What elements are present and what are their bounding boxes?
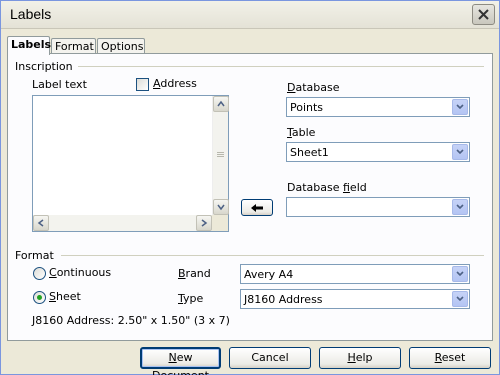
continuous-radio-label: Continuous: [49, 266, 112, 279]
brand-dropdown-button[interactable]: [452, 266, 468, 282]
insert-arrow-icon: [251, 203, 263, 212]
scroll-left-button[interactable]: [33, 215, 49, 231]
format-group-title: Format: [15, 249, 54, 262]
dropdown-arrow-icon: [456, 104, 464, 110]
type-value: J8160 Address: [244, 293, 323, 306]
address-checkbox[interactable]: [136, 78, 149, 91]
table-select[interactable]: Sheet1: [286, 142, 470, 162]
format-separator: [61, 255, 484, 256]
database-select[interactable]: Points: [286, 97, 470, 117]
cancel-button[interactable]: Cancel: [229, 347, 311, 369]
tab-options[interactable]: Options: [97, 38, 145, 54]
close-icon: [478, 9, 489, 20]
inscription-group-title: Inscription: [15, 60, 73, 73]
sheet-radio[interactable]: [33, 291, 46, 304]
database-dropdown-button[interactable]: [452, 99, 468, 115]
new-document-button[interactable]: New Document: [140, 347, 221, 375]
inscription-separator: [78, 66, 484, 67]
labels-panel: Inscription Label text Address Database …: [7, 53, 493, 341]
close-button[interactable]: [472, 4, 495, 25]
horizontal-scrollbar[interactable]: [33, 215, 212, 231]
label-text-area[interactable]: [32, 95, 229, 232]
address-checkbox-label: Address: [153, 77, 197, 90]
dropdown-arrow-icon: [456, 149, 464, 155]
window-title: Labels: [10, 6, 52, 22]
labels-dialog: Labels Labels Format Options Inscription…: [0, 0, 500, 375]
brand-select[interactable]: Avery A4: [240, 264, 470, 284]
scroll-left-icon: [37, 219, 44, 227]
tab-labels[interactable]: Labels: [7, 36, 51, 55]
tab-format[interactable]: Format: [51, 38, 96, 54]
dropdown-arrow-icon: [456, 271, 464, 277]
database-value: Points: [290, 101, 324, 114]
dropdown-arrow-icon: [456, 204, 464, 210]
database-field-label: Database field: [287, 181, 367, 194]
scroll-up-icon: [217, 100, 225, 107]
scroll-down-button[interactable]: [213, 199, 229, 215]
scroll-right-button[interactable]: [196, 215, 212, 231]
sheet-radio-label: Sheet: [49, 290, 81, 303]
title-bar[interactable]: Labels: [1, 1, 499, 29]
scrollbar-corner: [212, 215, 228, 231]
scroll-grip: [217, 154, 224, 155]
help-button[interactable]: Help: [319, 347, 401, 369]
scroll-up-button[interactable]: [213, 96, 229, 112]
label-text-label: Label text: [32, 78, 87, 91]
continuous-radio[interactable]: [33, 267, 46, 280]
scroll-grip: [217, 156, 224, 157]
brand-label: Brand: [178, 267, 211, 280]
type-select[interactable]: J8160 Address: [240, 289, 470, 309]
dropdown-arrow-icon: [456, 296, 464, 302]
insert-field-button[interactable]: [241, 199, 273, 216]
scroll-right-icon: [201, 219, 208, 227]
label-format-info: J8160 Address: 2.50" x 1.50" (3 x 7): [32, 314, 230, 327]
radio-selected-dot: [37, 295, 42, 300]
table-dropdown-button[interactable]: [452, 144, 468, 160]
type-label: Type: [178, 292, 204, 305]
table-label: Table: [287, 126, 316, 139]
database-field-select[interactable]: [286, 197, 470, 217]
scroll-grip: [217, 152, 224, 153]
table-value: Sheet1: [290, 146, 329, 159]
scroll-down-icon: [217, 204, 225, 211]
vertical-scrollbar[interactable]: [212, 96, 229, 215]
database-label: Database: [287, 81, 340, 94]
database-field-dropdown-button[interactable]: [452, 199, 468, 215]
brand-value: Avery A4: [244, 268, 294, 281]
type-dropdown-button[interactable]: [452, 291, 468, 307]
reset-button[interactable]: Reset: [409, 347, 491, 369]
